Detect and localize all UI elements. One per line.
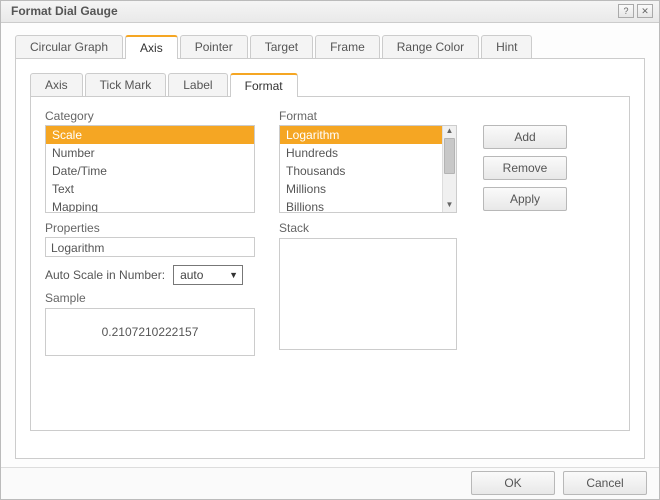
inner-tab-content: Category Scale Number Date/Time Text Map… (30, 97, 630, 431)
properties-input[interactable]: Logarithm (45, 237, 255, 257)
subtab-tick-mark[interactable]: Tick Mark (85, 73, 167, 96)
titlebar: Format Dial Gauge ? ✕ (1, 1, 659, 23)
category-item-number[interactable]: Number (46, 144, 254, 162)
category-item-datetime[interactable]: Date/Time (46, 162, 254, 180)
col-category: Category Scale Number Date/Time Text Map… (45, 109, 265, 356)
col-format: Format Logarithm Hundreds Thousands Mill… (279, 109, 469, 356)
category-listbox[interactable]: Scale Number Date/Time Text Mapping (45, 125, 255, 213)
format-grid: Category Scale Number Date/Time Text Map… (45, 109, 615, 356)
cancel-button[interactable]: Cancel (563, 471, 647, 495)
close-icon[interactable]: ✕ (637, 4, 653, 18)
category-item-mapping[interactable]: Mapping (46, 198, 254, 213)
category-label: Category (45, 109, 265, 123)
tab-circular-graph[interactable]: Circular Graph (15, 35, 123, 58)
auto-scale-row: Auto Scale in Number: auto ▼ (45, 265, 265, 285)
format-scrollbar[interactable]: ▲ ▼ (442, 126, 456, 212)
remove-button[interactable]: Remove (483, 156, 567, 180)
tab-axis[interactable]: Axis (125, 35, 178, 59)
auto-scale-label: Auto Scale in Number: (45, 268, 165, 282)
help-icon[interactable]: ? (618, 4, 634, 18)
add-button[interactable]: Add (483, 125, 567, 149)
dialog-window: Format Dial Gauge ? ✕ Circular Graph Axi… (0, 0, 660, 500)
tab-hint[interactable]: Hint (481, 35, 532, 58)
subtab-axis[interactable]: Axis (30, 73, 83, 96)
dialog-footer: OK Cancel (1, 467, 659, 499)
chevron-down-icon: ▼ (229, 270, 238, 280)
sample-label: Sample (45, 291, 265, 305)
format-item-thousands[interactable]: Thousands (280, 162, 456, 180)
ok-button[interactable]: OK (471, 471, 555, 495)
category-item-text[interactable]: Text (46, 180, 254, 198)
category-item-scale[interactable]: Scale (46, 126, 254, 144)
tab-pointer[interactable]: Pointer (180, 35, 248, 58)
scroll-down-icon[interactable]: ▼ (443, 200, 456, 212)
subtab-format[interactable]: Format (230, 73, 298, 97)
scroll-up-icon[interactable]: ▲ (443, 126, 456, 138)
stack-label: Stack (279, 221, 469, 235)
dialog-body: Circular Graph Axis Pointer Target Frame… (1, 23, 659, 467)
format-item-billions[interactable]: Billions (280, 198, 456, 213)
format-item-logarithm[interactable]: Logarithm (280, 126, 456, 144)
tab-range-color[interactable]: Range Color (382, 35, 479, 58)
format-listbox[interactable]: Logarithm Hundreds Thousands Millions Bi… (279, 125, 457, 213)
window-title: Format Dial Gauge (11, 4, 615, 18)
tab-target[interactable]: Target (250, 35, 313, 58)
inner-tabstrip: Axis Tick Mark Label Format (30, 73, 630, 97)
outer-tab-content: Axis Tick Mark Label Format Category Sca… (15, 59, 645, 459)
format-item-hundreds[interactable]: Hundreds (280, 144, 456, 162)
col-side-buttons: Add Remove Apply (483, 109, 573, 356)
sample-value: 0.2107210222157 (102, 325, 199, 339)
subtab-label[interactable]: Label (168, 73, 227, 96)
stack-listbox[interactable] (279, 238, 457, 350)
format-label: Format (279, 109, 469, 123)
apply-button[interactable]: Apply (483, 187, 567, 211)
auto-scale-select[interactable]: auto ▼ (173, 265, 243, 285)
format-item-millions[interactable]: Millions (280, 180, 456, 198)
sample-box: 0.2107210222157 (45, 308, 255, 356)
properties-label: Properties (45, 221, 265, 235)
tab-frame[interactable]: Frame (315, 35, 380, 58)
auto-scale-value: auto (180, 268, 203, 282)
outer-tabstrip: Circular Graph Axis Pointer Target Frame… (15, 35, 645, 59)
scroll-thumb[interactable] (444, 138, 455, 174)
